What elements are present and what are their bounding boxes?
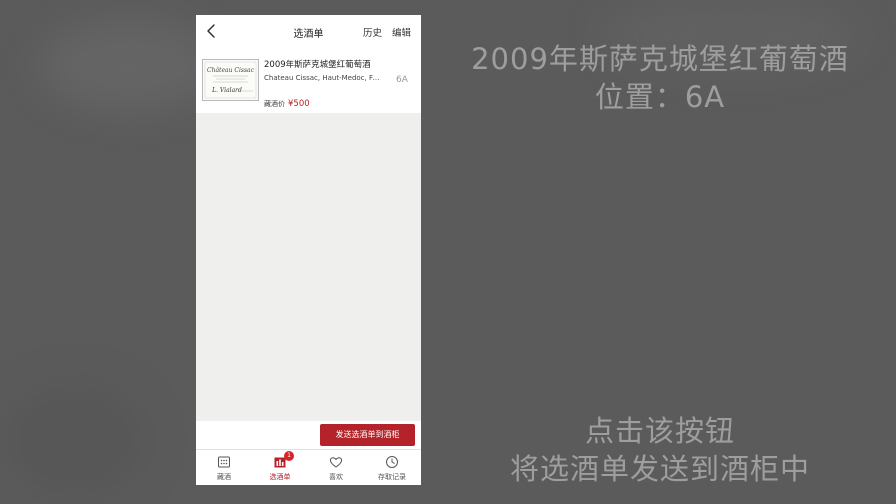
- overlay-title-line2: 位置：6A: [594, 80, 726, 114]
- list-item[interactable]: Château Cissac L. Vialard 2009年斯萨克城堡红葡萄酒…: [196, 48, 421, 113]
- price-label: 藏酒价: [264, 100, 285, 108]
- nav-bar: 选酒单 历史 编辑: [196, 15, 421, 48]
- tab-bar: 藏酒 1 选酒单 喜欢 存取记录: [196, 449, 421, 485]
- background-stain: [0, 380, 150, 500]
- svg-text:Château Cissac: Château Cissac: [207, 67, 255, 74]
- history-link[interactable]: 历史: [363, 25, 382, 39]
- overlay-title-line1: 2009年斯萨克城堡红葡萄酒: [471, 42, 849, 76]
- wine-name: 2009年斯萨克城堡红葡萄酒: [264, 60, 371, 70]
- price-value: ¥500: [288, 99, 310, 109]
- phone-screen: 选酒单 历史 编辑 Château Cissac L. Vialard 2009…: [196, 15, 421, 485]
- grid-icon: [218, 456, 230, 468]
- tab-label: 喜欢: [329, 473, 343, 481]
- tab-label: 藏酒: [217, 473, 231, 481]
- tab-badge: 1: [284, 451, 294, 461]
- tab-favorites[interactable]: 喜欢: [308, 450, 364, 485]
- overlay-hint-line1: 点击该按钮: [584, 414, 735, 448]
- tab-access-records[interactable]: 存取记录: [364, 450, 420, 485]
- overlay-hint-line2: 将选酒单发送到酒柜中: [509, 452, 810, 486]
- tab-wine-list[interactable]: 1 选酒单: [252, 450, 308, 485]
- tab-label: 选酒单: [269, 473, 291, 481]
- tab-label: 存取记录: [378, 473, 406, 481]
- position-code: 6A: [396, 75, 408, 85]
- page-title: 选酒单: [293, 29, 324, 40]
- clock-icon: [386, 456, 398, 468]
- svg-text:L. Vialard: L. Vialard: [211, 87, 242, 94]
- tab-collection[interactable]: 藏酒: [196, 450, 252, 485]
- price-row: 藏酒价 ¥500: [264, 91, 310, 110]
- background-stain: [40, 20, 220, 110]
- edit-link[interactable]: 编辑: [392, 25, 411, 39]
- heart-icon: [329, 457, 343, 468]
- wine-subtitle: Chateau Cissac, Haut-Medoc, Fra...: [264, 74, 382, 82]
- bottom-area: 发送选酒单到酒柜 藏酒 1 选酒单 喜欢 存取记录: [196, 421, 421, 485]
- wine-label-image: Château Cissac L. Vialard: [202, 59, 259, 101]
- send-to-cabinet-button[interactable]: 发送选酒单到酒柜: [320, 424, 415, 446]
